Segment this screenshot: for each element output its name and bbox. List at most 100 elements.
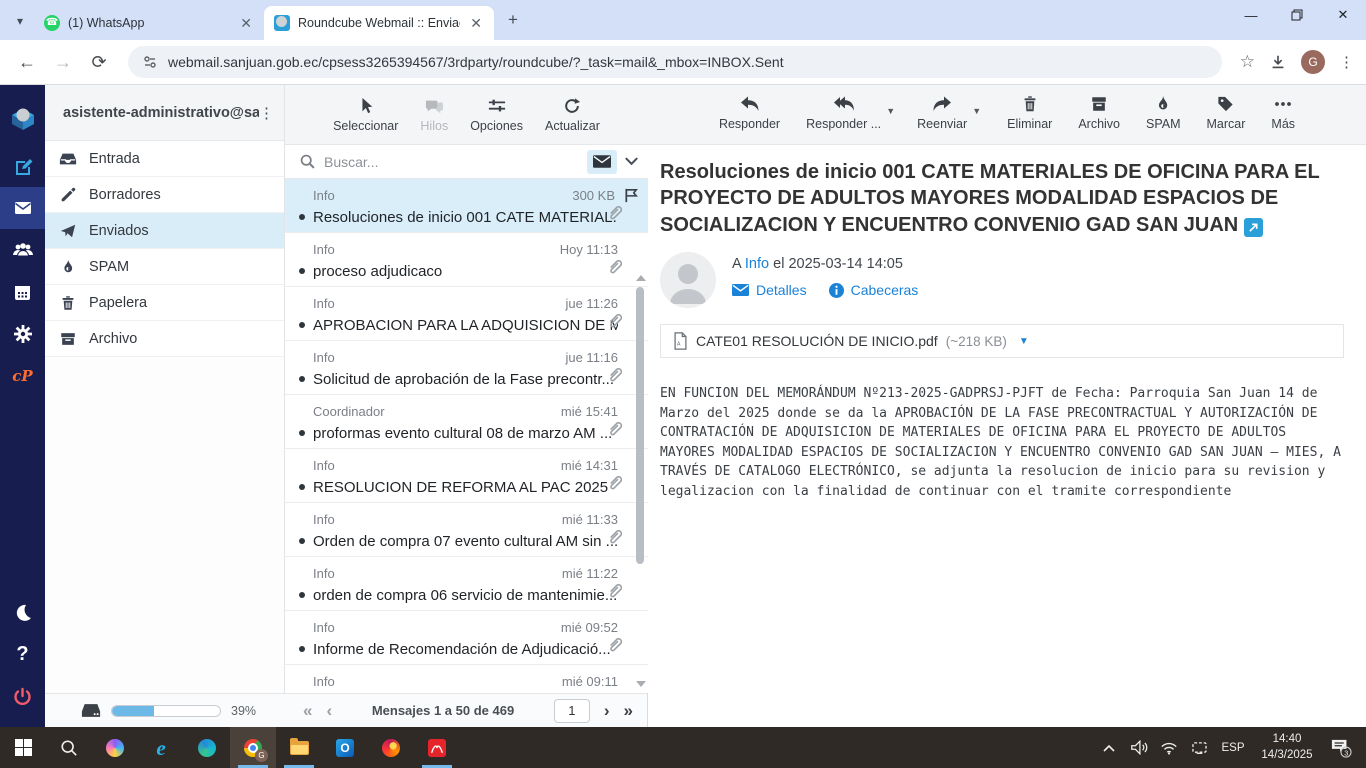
cpanel-button[interactable]: cP [0,355,45,397]
attachment-dropdown-icon[interactable]: ▼ [1019,336,1029,347]
search-scope-button[interactable] [587,150,617,174]
start-button[interactable] [0,727,46,768]
scrollbar-thumb[interactable] [636,287,644,564]
threads-icon [424,97,444,115]
folder-enviados[interactable]: Enviados [45,213,284,249]
profile-avatar[interactable]: G [1301,50,1325,74]
downloads-icon[interactable] [1269,53,1287,71]
threads-button[interactable]: Hilos [420,96,448,133]
internet-explorer-button[interactable]: e [138,727,184,768]
tab-whatsapp[interactable]: ☎ (1) WhatsApp ✕ [34,6,264,40]
address-bar[interactable]: webmail.sanjuan.gob.ec/cpsess3265394567/… [128,46,1222,78]
copilot-button[interactable] [92,727,138,768]
chrome-button[interactable]: G [230,727,276,768]
details-toggle[interactable]: Detalles [732,282,807,298]
folder-borradores[interactable]: Borradores [45,177,284,213]
message-row[interactable]: Infomié 14:31 RESOLUCION DE REFORMA AL P… [285,449,648,503]
compose-button[interactable] [0,145,45,187]
tab-search-icon[interactable]: ▾ [6,7,34,35]
flag-icon[interactable] [623,187,640,204]
reply-all-dropdown-icon[interactable]: ▼ [886,106,895,116]
mail-nav-button[interactable] [0,187,45,229]
help-button[interactable]: ? [0,633,45,675]
browser-menu-icon[interactable]: ⋮ [1339,53,1354,71]
logout-button[interactable] [0,675,45,717]
bookmark-star-icon[interactable]: ☆ [1240,52,1255,72]
file-explorer-button[interactable] [276,727,322,768]
calendar-nav-button[interactable] [0,271,45,313]
message-row[interactable]: Infomié 09:52 Informe de Recomendación d… [285,611,648,665]
refresh-button[interactable]: Actualizar [545,96,600,133]
message-row[interactable]: Infomié 11:22 orden de compra 06 servici… [285,557,648,611]
edge-button[interactable] [184,727,230,768]
roundcube-logo[interactable] [0,93,45,145]
site-settings-icon[interactable] [142,54,158,70]
archive-button[interactable]: Archivo [1078,94,1120,131]
headers-toggle[interactable]: Cabeceras [829,282,919,298]
restore-button[interactable] [1274,0,1320,30]
reply-button[interactable]: Responder [719,94,780,131]
tray-expand-button[interactable] [1096,744,1122,752]
message-list-panel: Seleccionar Hilos Opciones Actualiz [285,85,648,693]
scroll-up-icon[interactable] [636,275,646,281]
message-row[interactable]: Infojue 11:26 APROBACION PARA LA ADQUISI… [285,287,648,341]
message-row[interactable]: Infojue 11:16 Solicitud de aprobación de… [285,341,648,395]
mark-button[interactable]: Marcar [1207,94,1246,131]
previous-page-button[interactable]: ‹ [326,702,332,719]
folder-papelera[interactable]: Papelera [45,285,284,321]
volume-button[interactable] [1126,740,1152,755]
message-row[interactable]: Infomié 11:33 Orden de compra 07 evento … [285,503,648,557]
folder-spam[interactable]: SPAM [45,249,284,285]
attachment-bar[interactable]: A CATE01 RESOLUCIÓN DE INICIO.pdf (~218 … [660,324,1344,358]
open-in-new-window-icon[interactable] [1244,218,1263,237]
wifi-button[interactable] [1156,741,1182,755]
acrobat-button[interactable] [414,727,460,768]
forward-button[interactable]: Reenviar ▼ [917,94,967,131]
account-menu-icon[interactable]: ⋮ [259,104,274,122]
language-indicator[interactable]: ESP [1216,742,1250,754]
folder-entrada[interactable]: Entrada [45,141,284,177]
page-number-input[interactable] [554,699,590,723]
reply-all-button[interactable]: Responder ... ▼ [806,94,881,131]
message-row[interactable]: Infomié 09:11 [285,665,648,693]
options-button[interactable]: Opciones [470,96,523,133]
dark-mode-button[interactable] [0,591,45,633]
forward-button[interactable]: → [48,47,78,77]
new-tab-button[interactable]: + [500,7,526,33]
tab-roundcube[interactable]: Roundcube Webmail :: Enviados ✕ [264,6,494,40]
taskbar-search-button[interactable] [46,727,92,768]
more-button[interactable]: Más [1271,94,1295,131]
next-page-button[interactable]: › [604,702,610,719]
message-row[interactable]: InfoHoy 11:13 proceso adjudicaco [285,233,648,287]
search-options-chevron-icon[interactable] [625,157,638,166]
last-page-button[interactable]: » [624,702,633,719]
back-button[interactable]: ← [12,47,42,77]
select-button[interactable]: Seleccionar [333,96,398,133]
minimize-button[interactable]: — [1228,0,1274,30]
message-row[interactable]: Coordinadormié 15:41 proformas evento cu… [285,395,648,449]
tab-close-icon[interactable]: ✕ [238,15,254,32]
firefox-button[interactable] [368,727,414,768]
recipient-link[interactable]: Info [745,256,769,272]
spam-button[interactable]: SPAM [1146,94,1181,131]
row-meta: mié 11:22 [562,566,618,581]
notification-center-button[interactable]: 3 [1324,738,1358,758]
outlook-button[interactable]: O [322,727,368,768]
tab-close-icon[interactable]: ✕ [468,15,484,32]
connect-display-button[interactable] [1186,741,1212,755]
forward-dropdown-icon[interactable]: ▼ [972,106,981,116]
list-scrollbar[interactable] [634,279,646,687]
scroll-down-icon[interactable] [636,681,646,687]
contacts-nav-button[interactable] [0,229,45,271]
search-input[interactable] [324,154,579,170]
close-button[interactable]: ✕ [1320,0,1366,30]
delete-button[interactable]: Eliminar [1007,94,1052,131]
folder-archivo[interactable]: Archivo [45,321,284,357]
reload-button[interactable]: ⟳ [84,47,114,77]
row-sender: Info [313,566,335,581]
settings-nav-button[interactable] [0,313,45,355]
attachment-name[interactable]: CATE01 RESOLUCIÓN DE INICIO.pdf [696,333,938,349]
clock[interactable]: 14:40 14/3/2025 [1254,732,1320,763]
first-page-button[interactable]: « [303,702,312,719]
message-row[interactable]: Info300 KB Resoluciones de inicio 001 CA… [285,179,648,233]
